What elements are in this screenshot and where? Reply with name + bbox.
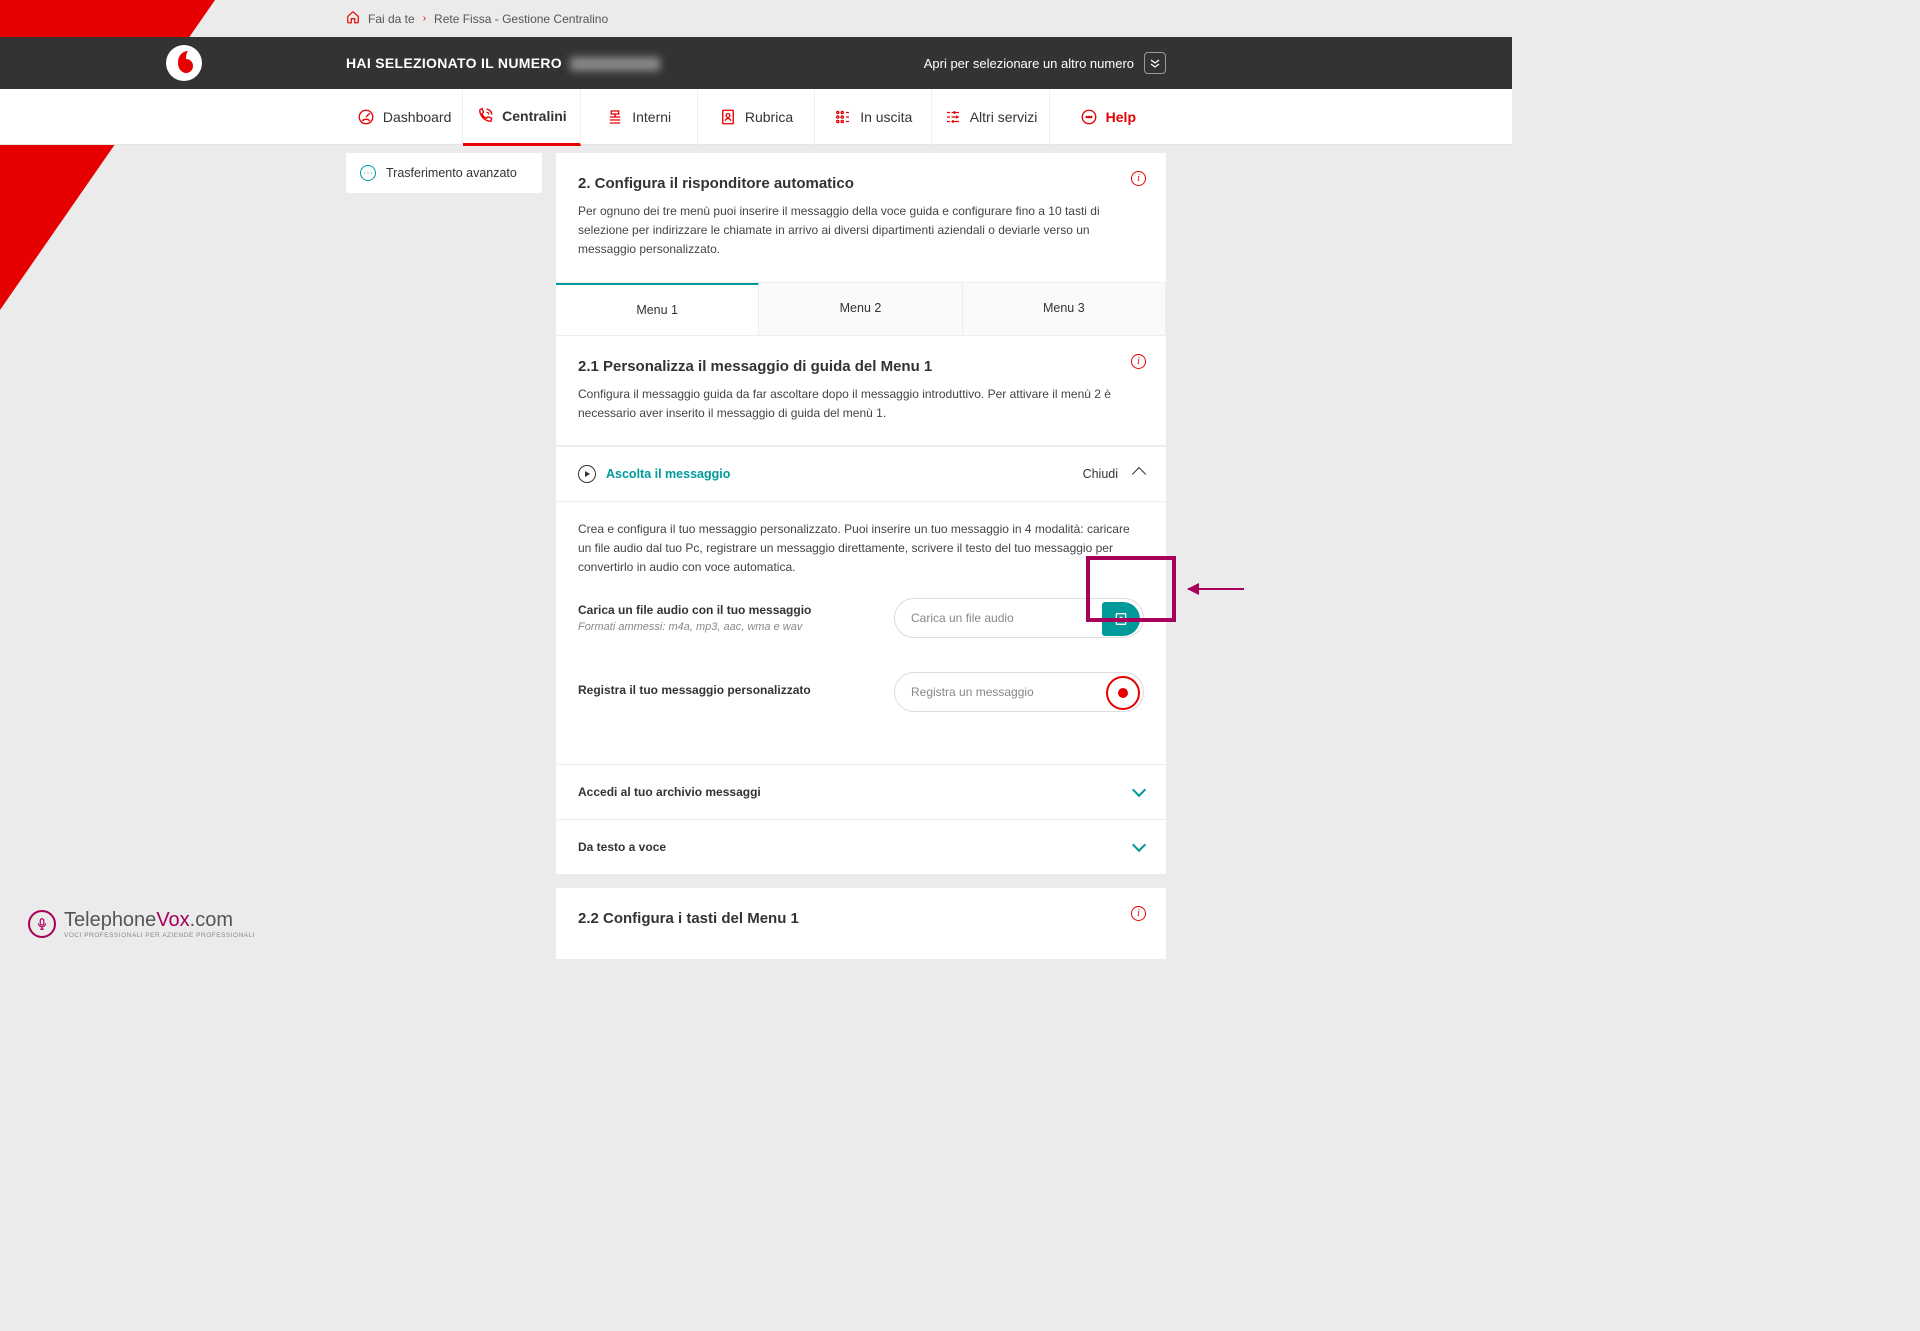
chevron-right-icon: ›	[423, 13, 426, 24]
nav-altriservizi[interactable]: Altri servizi	[932, 89, 1049, 145]
selected-number-label: HAI SELEZIONATO IL NUMERO	[346, 55, 660, 71]
config-body: Crea e configura il tuo messaggio person…	[556, 502, 1166, 764]
upload-row: Carica un file audio con il tuo messaggi…	[578, 598, 1144, 638]
section-2-desc: Per ognuno dei tre menù puoi inserire il…	[578, 202, 1144, 260]
info-icon[interactable]: i	[1131, 354, 1146, 369]
footer-brand: TelephoneVox.com Voci professionali per …	[28, 909, 255, 939]
expand-selector-button[interactable]	[1144, 52, 1166, 74]
breadcrumb-current: Rete Fissa - Gestione Centralino	[434, 12, 608, 26]
record-title: Registra il tuo messaggio personalizzato	[578, 683, 811, 697]
chevron-down-icon	[1132, 837, 1146, 851]
upload-input[interactable]: Carica un file audio	[894, 598, 1144, 638]
info-icon[interactable]: i	[1131, 906, 1146, 921]
play-button[interactable]	[578, 465, 596, 483]
upload-placeholder: Carica un file audio	[911, 611, 1014, 625]
upload-hint: Formati ammessi: m4a, mp3, aac, wma e wa…	[578, 621, 811, 633]
info-icon[interactable]: i	[1131, 171, 1146, 186]
config-intro: Crea e configura il tuo messaggio person…	[578, 520, 1144, 578]
archive-label: Accedi al tuo archivio messaggi	[578, 785, 761, 799]
nav-help[interactable]: Help	[1050, 89, 1166, 145]
section-2-header: i 2. Configura il risponditore automatic…	[556, 153, 1166, 283]
callout-arrow	[1188, 588, 1244, 590]
subtab-menu2[interactable]: Menu 2	[759, 283, 962, 335]
chevron-up-icon[interactable]	[1132, 467, 1146, 481]
phone-number-redacted	[570, 57, 660, 71]
footer-tagline: Voci professionali per aziende professio…	[64, 932, 255, 939]
menu-subtabs: Menu 1 Menu 2 Menu 3	[556, 283, 1166, 336]
footer-brand-text: TelephoneVox.com	[64, 909, 255, 932]
listen-row: Ascolta il messaggio Chiudi	[556, 446, 1166, 502]
section-22-title: 2.2 Configura i tasti del Menu 1	[578, 910, 1144, 927]
vodafone-logo-icon	[166, 45, 202, 81]
tts-row[interactable]: Da testo a voce	[556, 819, 1166, 874]
record-row: Registra il tuo messaggio personalizzato…	[578, 672, 1144, 712]
section-21-header: i 2.1 Personalizza il messaggio di guida…	[556, 336, 1166, 446]
listen-label[interactable]: Ascolta il messaggio	[606, 467, 730, 481]
section-2-title: 2. Configura il risponditore automatico	[578, 175, 1144, 192]
tts-label: Da testo a voce	[578, 840, 666, 854]
breadcrumb-home[interactable]: Fai da te	[368, 12, 415, 26]
nav-centralini[interactable]: Centralini	[463, 89, 580, 146]
upload-button[interactable]	[1102, 602, 1140, 636]
content-panel: i 2. Configura il risponditore automatic…	[556, 153, 1166, 959]
subtab-menu1[interactable]: Menu 1	[556, 282, 759, 335]
upload-title: Carica un file audio con il tuo messaggi…	[578, 603, 811, 617]
close-label[interactable]: Chiudi	[1083, 467, 1118, 481]
nav-inuscita[interactable]: In uscita	[815, 89, 932, 145]
archive-row[interactable]: Accedi al tuo archivio messaggi	[556, 764, 1166, 819]
section-22-header: i 2.2 Configura i tasti del Menu 1	[556, 888, 1166, 959]
record-input[interactable]: Registra un messaggio	[894, 672, 1144, 712]
sidebar-item-trasferimento[interactable]: ⋯ Trasferimento avanzato	[346, 153, 542, 193]
record-placeholder: Registra un messaggio	[911, 685, 1034, 699]
breadcrumb: Fai da te › Rete Fissa - Gestione Centra…	[346, 0, 1166, 37]
record-button[interactable]	[1106, 676, 1140, 710]
sidebar: ⋯ Trasferimento avanzato	[346, 153, 542, 193]
nav-dashboard[interactable]: Dashboard	[346, 89, 463, 145]
home-icon[interactable]	[346, 10, 360, 27]
chevron-down-icon	[1132, 782, 1146, 796]
subtab-menu3[interactable]: Menu 3	[963, 283, 1166, 335]
transfer-icon: ⋯	[360, 165, 376, 181]
sidebar-item-label: Trasferimento avanzato	[386, 166, 517, 180]
select-other-label: Apri per selezionare un altro numero	[924, 56, 1134, 71]
section-21-desc: Configura il messaggio guida da far asco…	[578, 385, 1144, 423]
nav-rubrica[interactable]: Rubrica	[698, 89, 815, 145]
section-21-title: 2.1 Personalizza il messaggio di guida d…	[578, 358, 1144, 375]
mic-icon	[28, 910, 56, 938]
nav-interni[interactable]: Interni	[581, 89, 698, 145]
